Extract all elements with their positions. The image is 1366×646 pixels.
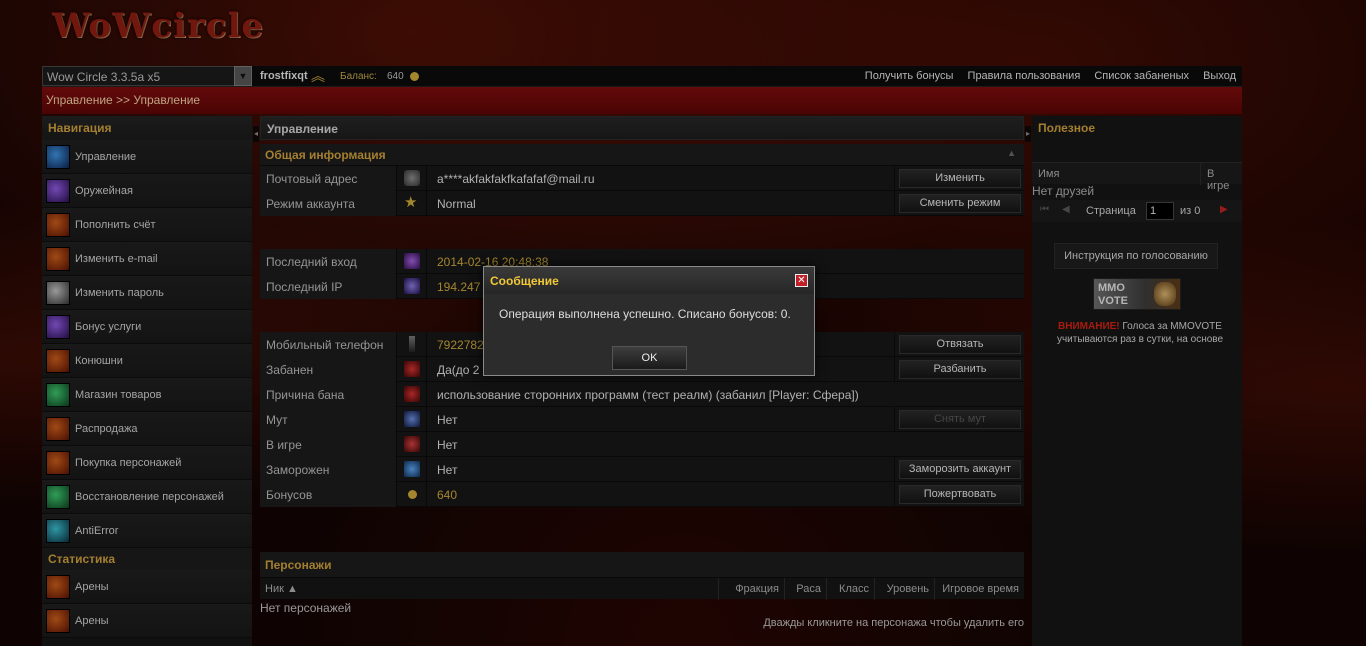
dialog-message: Операция выполнена успешно. Списано бону… — [499, 307, 791, 321]
message-dialog: Сообщение ✕ Операция выполнена успешно. … — [483, 266, 815, 376]
ok-button[interactable]: OK — [612, 346, 687, 370]
close-icon[interactable]: ✕ — [795, 274, 808, 287]
dialog-title: Сообщение — [484, 267, 814, 294]
